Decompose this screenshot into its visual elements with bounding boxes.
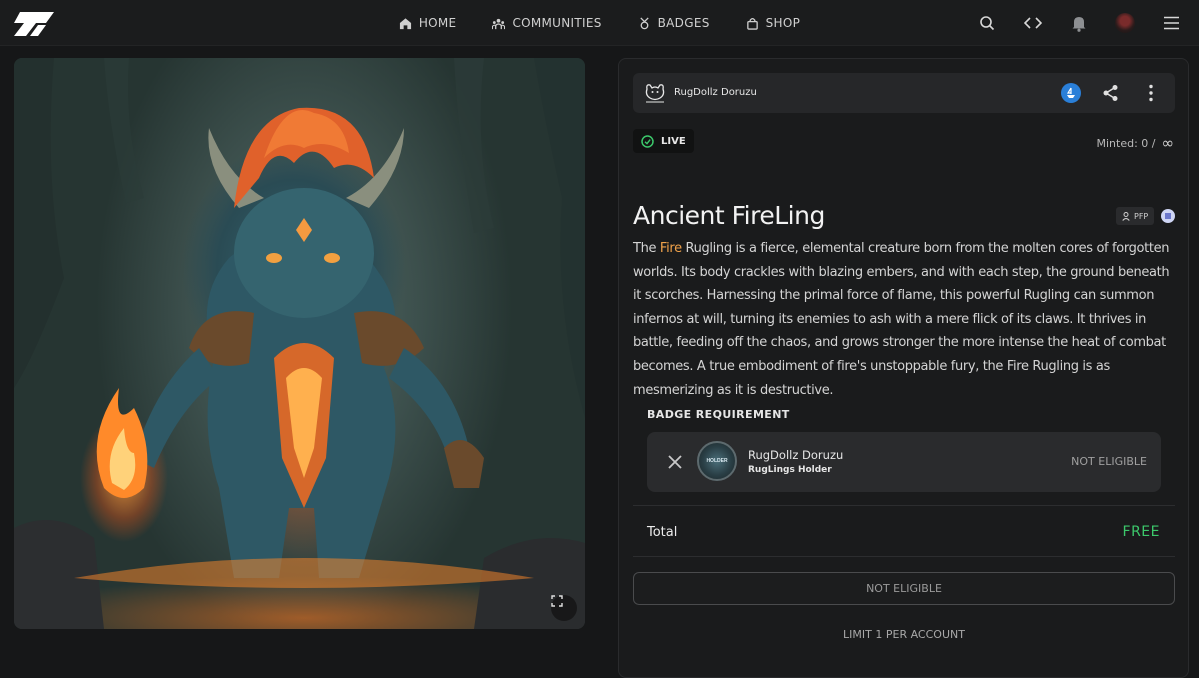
nav-badges-label: BADGES	[657, 16, 710, 30]
description-highlight: Fire	[659, 241, 682, 256]
top-nav-bar: HOME COMMUNITIES BADGES SHOP	[0, 0, 1199, 46]
chain-icon	[1066, 87, 1075, 98]
nav-communities[interactable]: COMMUNITIES	[492, 16, 601, 30]
pfp-tag-label: PFP	[1134, 211, 1149, 221]
chain-button[interactable]	[1061, 83, 1081, 103]
description-post: Rugling is a fierce, elemental creature …	[633, 241, 1170, 398]
badge-name: RugDollz Doruzu	[748, 448, 844, 462]
nav-home[interactable]: HOME	[399, 16, 457, 30]
divider-top	[633, 505, 1175, 506]
nav-home-label: HOME	[418, 16, 457, 30]
search-icon	[980, 16, 995, 31]
infinity-icon: ∞	[1161, 134, 1175, 152]
share-button[interactable]	[1101, 83, 1121, 103]
artwork-image[interactable]	[14, 58, 585, 629]
mint-button[interactable]: NOT ELIGIBLE	[633, 572, 1175, 605]
expand-button[interactable]	[551, 595, 577, 621]
bell-icon	[1072, 17, 1086, 32]
description-pre: The	[633, 241, 660, 256]
badge-requirement-card[interactable]: HOLDER RugDollz Doruzu RugLings Holder N…	[647, 432, 1161, 492]
more-vertical-icon	[1149, 84, 1153, 102]
nav-badges[interactable]: BADGES	[638, 16, 710, 30]
communities-icon	[492, 18, 506, 29]
item-description: The Fire Rugling is a fierce, elemental …	[633, 237, 1178, 402]
expand-icon	[551, 595, 563, 607]
badge-subtitle: RugLings Holder	[748, 465, 832, 475]
badge-requirement-heading: BADGE REQUIREMENT	[647, 408, 790, 421]
live-status-badge: LIVE	[633, 129, 694, 153]
nav-communities-label: COMMUNITIES	[512, 16, 602, 30]
more-button[interactable]	[1141, 83, 1161, 103]
notifications-button[interactable]	[1069, 13, 1089, 33]
clock-check-icon	[641, 134, 654, 148]
nav-shop-label: SHOP	[765, 16, 801, 30]
requirement-status: NOT ELIGIBLE	[1071, 455, 1147, 468]
menu-button[interactable]	[1161, 13, 1181, 33]
requirement-unmet-indicator	[665, 452, 685, 472]
home-icon	[399, 17, 411, 29]
network-glyph-icon	[1165, 213, 1171, 219]
pfp-tag: PFP	[1116, 207, 1155, 225]
network-badge-icon[interactable]	[1161, 209, 1175, 223]
collection-name[interactable]: RugDollz Doruzu	[674, 87, 757, 98]
profile-button[interactable]	[1115, 13, 1135, 33]
close-icon	[668, 455, 682, 469]
collection-logo-icon	[645, 84, 665, 103]
user-icon	[1122, 211, 1130, 221]
live-label: LIVE	[661, 135, 686, 147]
collection-bar[interactable]: RugDollz Doruzu	[633, 73, 1175, 113]
mint-button-label: NOT ELIGIBLE	[866, 582, 942, 595]
avatar	[1115, 13, 1135, 33]
item-detail-panel: RugDollz Doruzu LIVE Minted: 0 / ∞ Ancie…	[618, 58, 1189, 678]
minted-count: Minted: 0 / ∞	[1097, 134, 1175, 152]
nav-actions	[977, 0, 1181, 46]
minted-label: Minted: 0 /	[1096, 136, 1156, 150]
menu-icon	[1163, 16, 1179, 30]
total-label: Total	[647, 525, 678, 540]
badge-image: HOLDER	[697, 441, 737, 481]
badge-icon	[639, 16, 649, 29]
share-icon	[1103, 85, 1118, 101]
badge-image-text: HOLDER	[706, 458, 728, 464]
search-button[interactable]	[977, 13, 997, 33]
item-title: Ancient FireLing	[633, 201, 825, 230]
nav-shop[interactable]: SHOP	[746, 16, 801, 30]
divider-bottom	[633, 556, 1175, 557]
limit-note: LIMIT 1 PER ACCOUNT	[843, 628, 965, 641]
shop-bag-icon	[746, 17, 758, 30]
artwork-illustration	[14, 58, 585, 629]
code-button[interactable]	[1023, 13, 1043, 33]
total-value: FREE	[1122, 524, 1160, 540]
code-icon	[1024, 17, 1042, 29]
